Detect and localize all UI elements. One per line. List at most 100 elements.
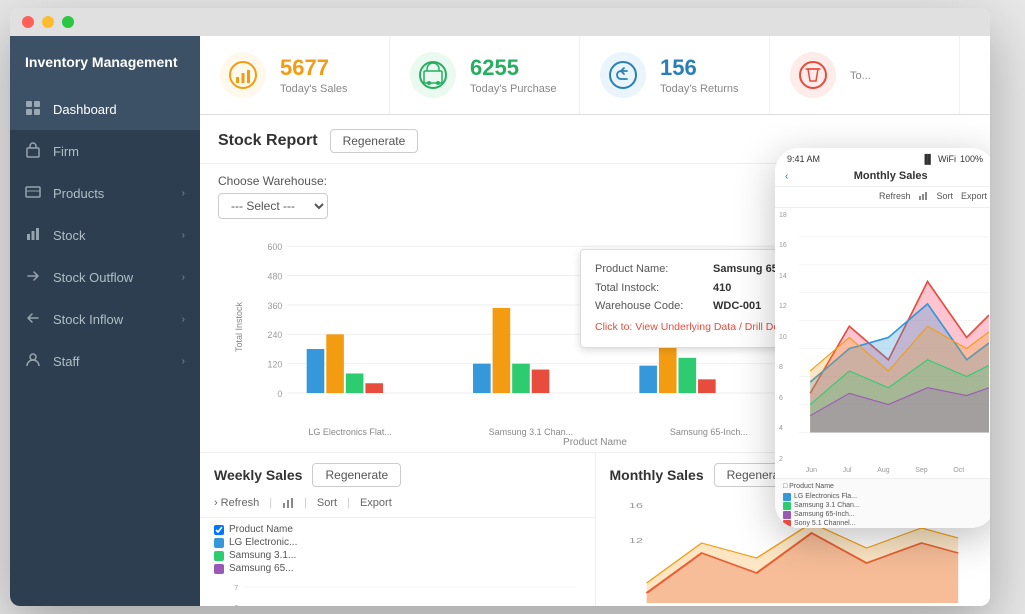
sidebar-item-products[interactable]: Products › <box>10 172 200 214</box>
sidebar-item-staff[interactable]: Staff › <box>10 340 200 382</box>
legend-dot-3 <box>214 564 224 574</box>
mobile-wifi: WiFi <box>938 154 956 164</box>
returns-label: Today's Returns <box>660 83 739 95</box>
legend-item-2: Samsung 3.1... <box>214 550 581 561</box>
svg-text:600: 600 <box>268 242 283 252</box>
weekly-legend: Product Name LG Electronic... Samsung 3.… <box>200 518 595 582</box>
mobile-y-axis: 2 4 6 8 10 12 14 16 18 <box>779 208 787 467</box>
monthly-sales-title: Monthly Sales <box>610 467 704 483</box>
svg-text:6: 6 <box>234 605 238 606</box>
refresh-btn[interactable]: › Refresh <box>214 497 259 509</box>
sidebar-item-label-inflow: Stock Inflow <box>53 312 182 327</box>
sidebar-item-dashboard[interactable]: Dashboard <box>10 88 200 130</box>
legend-item-checkbox: Product Name <box>214 524 581 535</box>
sidebar-item-stock[interactable]: Stock › <box>10 214 200 256</box>
legend-label-1: LG Electronic... <box>229 537 297 548</box>
mobile-legend-dot-3 <box>783 511 791 519</box>
chevron-right-icon-2: › <box>182 230 185 241</box>
weekly-regenerate-btn[interactable]: Regenerate <box>312 463 401 487</box>
returns-info: 156 Today's Returns <box>660 55 739 95</box>
mobile-sort-btn[interactable]: Sort <box>936 191 953 203</box>
mobile-legend-title: □ Product Name <box>783 483 987 490</box>
sales-value: 5677 <box>280 55 348 81</box>
mobile-legend-item-1: LG Electronics Fla... <box>783 493 987 501</box>
separator-2: | <box>304 497 307 509</box>
mobile-chart-area: 2 4 6 8 10 12 14 16 18 <box>775 208 990 467</box>
legend-item-3: Samsung 65... <box>214 563 581 574</box>
mobile-legend: □ Product Name LG Electronics Fla... Sam… <box>775 478 990 528</box>
chevron-right-icon-5: › <box>182 356 185 367</box>
sidebar-item-label-outflow: Stock Outflow <box>53 270 182 285</box>
svg-text:12: 12 <box>628 538 643 545</box>
legend-dot-2 <box>214 551 224 561</box>
purchase-value: 6255 <box>470 55 556 81</box>
mobile-back-btn[interactable]: ‹ <box>785 171 788 182</box>
svg-text:480: 480 <box>268 272 283 282</box>
sales-icon <box>220 52 266 98</box>
mobile-legend-item-4: Sony 5.1 Channel... <box>783 520 987 528</box>
sidebar-item-label-stock: Stock <box>53 228 182 243</box>
legend-checkbox[interactable] <box>214 525 224 535</box>
tooltip-total-instock-key: Total Instock: <box>595 279 705 298</box>
mobile-refresh-btn[interactable]: Refresh <box>879 191 911 203</box>
mobile-export-btn[interactable]: Export <box>961 191 987 203</box>
outflow-icon <box>25 268 43 286</box>
dashboard-icon <box>25 100 43 118</box>
minimize-button[interactable] <box>42 16 54 28</box>
mobile-chart-svg <box>799 212 989 463</box>
mobile-legend-label-2: Samsung 3.1 Chan... <box>794 502 860 509</box>
svg-text:16: 16 <box>628 503 643 510</box>
separator-1: | <box>269 497 272 509</box>
stock-icon <box>25 226 43 244</box>
mobile-legend-item-3: Samsung 65-Inch... <box>783 511 987 519</box>
mobile-legend-item-2: Samsung 3.1 Chan... <box>783 502 987 510</box>
mobile-status-bar: 9:41 AM ▐▌ WiFi 100% <box>775 148 990 166</box>
extra-info: To... <box>850 68 871 82</box>
chevron-right-icon-refresh: › <box>214 497 218 509</box>
chart-icon-btn[interactable] <box>282 497 294 509</box>
mobile-time: 9:41 AM <box>787 154 820 164</box>
returns-icon <box>600 52 646 98</box>
close-button[interactable] <box>22 16 34 28</box>
mobile-chart-actions: Refresh Sort Export <box>775 187 990 208</box>
chevron-right-icon: › <box>182 188 185 199</box>
stats-row: 5677 Today's Sales <box>200 36 990 115</box>
legend-label-3: Samsung 65... <box>229 563 293 574</box>
mobile-chart-title: Monthly Sales <box>796 170 985 182</box>
mobile-x-axis: Jun Jul Aug Sep Oct <box>775 467 990 478</box>
sidebar-item-stock-outflow[interactable]: Stock Outflow › <box>10 256 200 298</box>
staff-icon <box>25 352 43 370</box>
x-label-3: Samsung 65-Inch... <box>670 427 748 437</box>
sidebar-item-stock-inflow[interactable]: Stock Inflow › <box>10 298 200 340</box>
weekly-sales-section: Weekly Sales Regenerate › Refresh | <box>200 453 596 606</box>
sales-info: 5677 Today's Sales <box>280 55 348 95</box>
mobile-nav-bar: ‹ Monthly Sales <box>775 166 990 187</box>
stock-report-regenerate-btn[interactable]: Regenerate <box>330 129 419 153</box>
products-icon <box>25 184 43 202</box>
tooltip-warehouse-code-key: Warehouse Code: <box>595 297 705 316</box>
refresh-label: Refresh <box>221 497 260 509</box>
purchase-label: Today's Purchase <box>470 83 556 95</box>
stat-card-returns: 156 Today's Returns <box>580 36 770 114</box>
mobile-legend-label-3: Samsung 65-Inch... <box>794 511 855 518</box>
maximize-button[interactable] <box>62 16 74 28</box>
inflow-icon <box>25 310 43 328</box>
weekly-sales-title: Weekly Sales <box>214 467 302 483</box>
firm-icon <box>25 142 43 160</box>
sidebar-item-label-staff: Staff <box>53 354 182 369</box>
tooltip-total-instock-val: 410 <box>713 279 731 298</box>
sidebar-item-firm[interactable]: Firm <box>10 130 200 172</box>
sidebar-item-label-firm: Firm <box>53 144 185 159</box>
svg-text:0: 0 <box>277 389 282 399</box>
warehouse-select[interactable]: --- Select --- <box>218 193 328 219</box>
mobile-bar-icon[interactable] <box>918 191 928 203</box>
mobile-signal: ▐▌ <box>921 154 934 164</box>
mobile-battery: 100% <box>960 154 983 164</box>
tooltip-product-name-key: Product Name: <box>595 260 705 279</box>
extra-icon <box>790 52 836 98</box>
chevron-right-icon-4: › <box>182 314 185 325</box>
chevron-right-icon-3: › <box>182 272 185 283</box>
sort-btn[interactable]: Sort <box>317 497 337 509</box>
export-btn[interactable]: Export <box>360 497 392 509</box>
weekly-sales-header: Weekly Sales Regenerate <box>200 453 595 493</box>
